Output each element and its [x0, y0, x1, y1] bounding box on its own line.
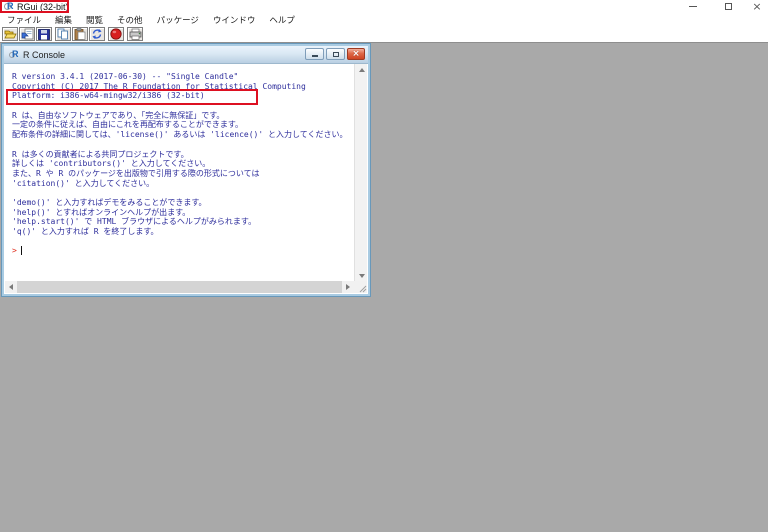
text-cursor — [21, 246, 23, 255]
console-prompt-line[interactable]: > — [12, 246, 353, 256]
maximize-icon — [333, 52, 339, 57]
menu-bar: ファイル 編集 閲覧 その他 パッケージ ウインドウ ヘルプ — [0, 13, 768, 26]
console-line: R は多くの貢献者による共同プロジェクトです。 — [12, 150, 353, 160]
console-line: 'help.start()' で HTML ブラウザによるヘルプがみられます。 — [12, 217, 353, 227]
print-button[interactable] — [127, 27, 143, 41]
copy-icon — [57, 28, 69, 40]
console-line: R version 3.4.1 (2017-06-30) -- "Single … — [12, 72, 353, 82]
console-line: 'q()' と入力すれば R を終了します。 — [12, 227, 353, 237]
console-line: 'citation()' と入力してください。 — [12, 179, 353, 189]
console-line — [12, 140, 353, 150]
minimize-button[interactable] — [684, 0, 702, 13]
menu-item-0[interactable]: ファイル — [7, 14, 41, 26]
console-maximize-button[interactable] — [326, 48, 345, 60]
console-line: 'help()' とすればオンラインヘルプが出ます。 — [12, 208, 353, 218]
open-script-button[interactable] — [2, 27, 18, 41]
menu-item-3[interactable]: その他 — [117, 14, 143, 26]
console-window-controls: × — [303, 48, 365, 60]
console-line: Platform: i386-w64-mingw32/i386 (32-bit) — [12, 91, 353, 101]
console-line — [12, 101, 353, 111]
minimize-icon — [689, 6, 697, 7]
console-line: 一定の条件に従えば、自由にこれを再配布することができます。 — [12, 120, 353, 130]
paste-icon — [74, 28, 86, 40]
console-output[interactable]: R version 3.4.1 (2017-06-30) -- "Single … — [6, 64, 353, 281]
resize-grip[interactable] — [354, 281, 367, 293]
minimize-icon — [312, 55, 318, 57]
prompt-character: > — [12, 246, 17, 255]
console-body: R version 3.4.1 (2017-06-30) -- "Single … — [4, 64, 368, 294]
console-titlebar[interactable]: R R Console × — [4, 46, 368, 64]
r-console-window[interactable]: R R Console × R version 3.4.1 (2017-06-3… — [2, 44, 370, 296]
copy-paste-icon — [91, 28, 103, 40]
r-logo-letter: R — [12, 49, 19, 60]
scroll-down-arrow-icon[interactable] — [355, 270, 368, 281]
menu-item-6[interactable]: ヘルプ — [269, 14, 295, 26]
open-script-icon — [4, 29, 17, 40]
console-line: 詳しくは 'contributors()' と入力してください。 — [12, 159, 353, 169]
console-line — [12, 237, 353, 247]
rgui-app-icon: R — [4, 2, 14, 12]
console-line: 'demo()' と入力すればデモをみることができます。 — [12, 198, 353, 208]
load-workspace-icon — [21, 28, 34, 40]
toolbar — [0, 26, 768, 43]
console-line: 配布条件の詳細に関しては、'license()' あるいは 'licence()… — [12, 130, 353, 140]
console-title: R Console — [23, 50, 65, 60]
console-minimize-button[interactable] — [305, 48, 324, 60]
close-button[interactable]: × — [748, 0, 766, 13]
close-icon: × — [752, 0, 761, 13]
save-icon — [38, 29, 50, 40]
close-icon: × — [352, 49, 360, 60]
console-line: R は、自由なソフトウェアであり、「完全に無保証」です。 — [12, 111, 353, 121]
scroll-right-arrow-icon[interactable] — [342, 281, 354, 293]
scroll-up-arrow-icon[interactable] — [355, 64, 368, 75]
r-console-icon: R — [9, 50, 19, 60]
r-logo-letter: R — [7, 1, 14, 12]
horizontal-scrollbar[interactable] — [5, 281, 354, 293]
menu-item-1[interactable]: 編集 — [55, 14, 72, 26]
stop-icon — [110, 28, 122, 40]
copy-button[interactable] — [55, 27, 71, 41]
console-line: Copyright (C) 2017 The R Foundation for … — [12, 82, 353, 92]
mdi-client-area: R R Console × R version 3.4.1 (2017-06-3… — [0, 43, 768, 532]
menu-item-4[interactable]: パッケージ — [157, 14, 199, 26]
save-button[interactable] — [36, 27, 52, 41]
console-line: また、R や R のパッケージを出版物で引用する際の形式については — [12, 169, 353, 179]
print-icon — [129, 28, 142, 40]
scroll-left-arrow-icon[interactable] — [5, 281, 17, 293]
maximize-icon — [725, 3, 732, 10]
stop-button[interactable] — [108, 27, 124, 41]
main-titlebar: R RGui (32-bit) × — [0, 0, 768, 13]
window-title: RGui (32-bit) — [17, 1, 69, 13]
menu-item-5[interactable]: ウインドウ — [213, 14, 256, 26]
paste-button[interactable] — [72, 27, 88, 41]
load-workspace-button[interactable] — [19, 27, 35, 41]
console-line — [12, 188, 353, 198]
maximize-button[interactable] — [719, 0, 737, 13]
console-close-button[interactable]: × — [347, 48, 365, 60]
vertical-scrollbar[interactable] — [354, 64, 367, 281]
menu-item-2[interactable]: 閲覧 — [86, 14, 103, 26]
copy-paste-button[interactable] — [89, 27, 105, 41]
